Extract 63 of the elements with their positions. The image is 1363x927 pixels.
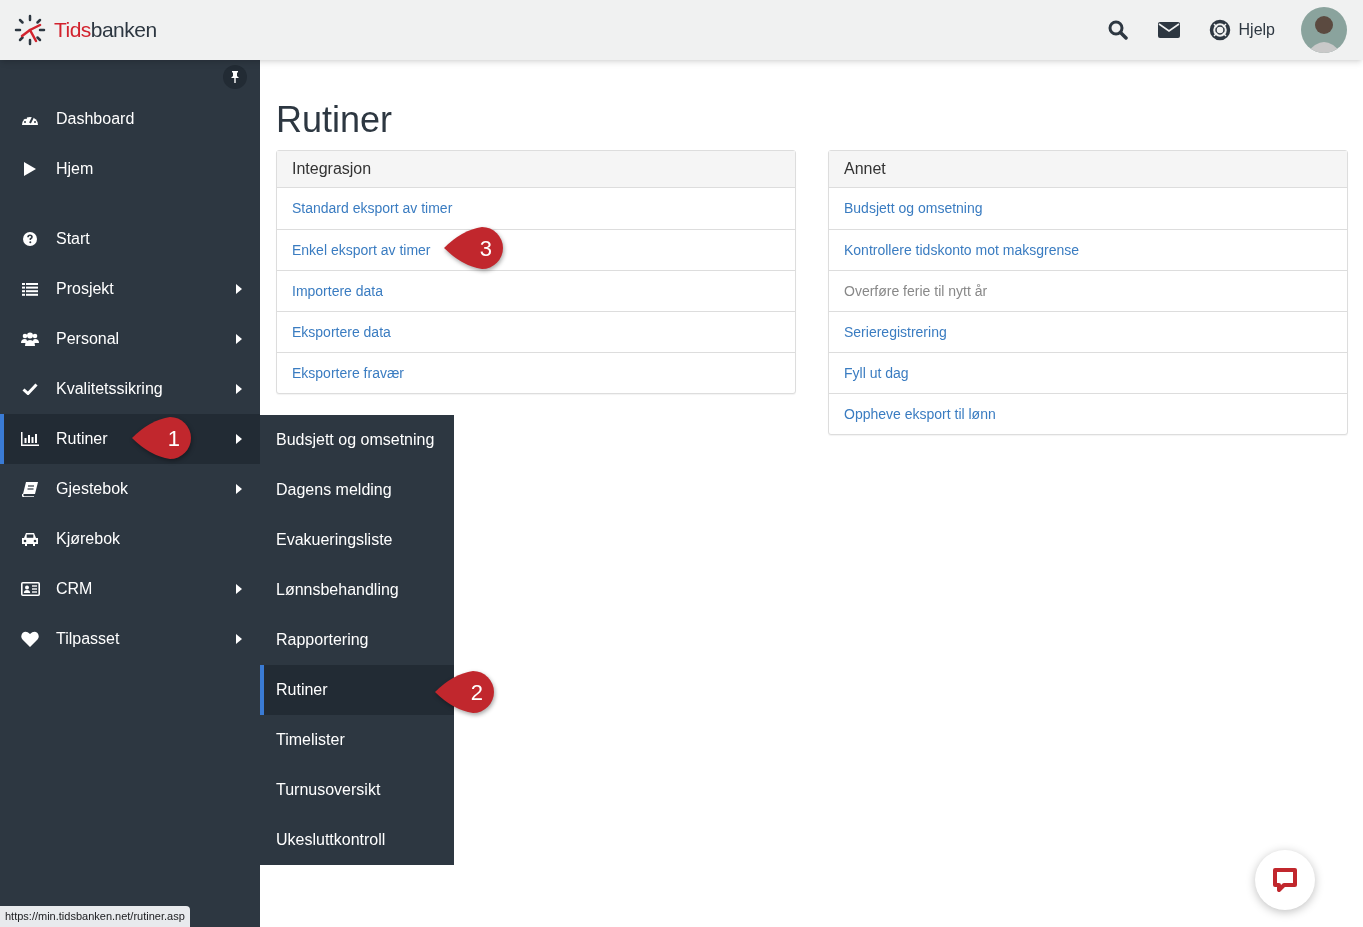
logo-text: Tidsbanken — [54, 17, 157, 44]
envelope-icon[interactable] — [1157, 21, 1180, 39]
sidebar-item-label: Start — [56, 229, 90, 249]
routine-link[interactable]: Standard eksport av timer — [292, 198, 453, 219]
sidebar-item-label: Kjørebok — [56, 529, 121, 549]
routine-link[interactable]: Kontrollere tidskonto mot maksgrense — [844, 239, 1079, 261]
routine-link[interactable]: Eksportere data — [292, 321, 391, 343]
pin-icon — [230, 71, 240, 83]
submenu-item[interactable]: Budsjett og omsetning — [260, 415, 454, 465]
sidebar-item[interactable]: Kjørebok — [0, 514, 260, 564]
sidebar-item-label: Prosjekt — [56, 279, 114, 299]
panel-heading: Integrasjon — [277, 151, 795, 188]
checkmark-icon — [20, 383, 40, 395]
sidebar-item-label: Hjem — [56, 159, 94, 179]
sidebar-item-label: CRM — [56, 579, 93, 599]
speech-bubble-icon — [1271, 866, 1299, 894]
sidebar-item-label: Tilpasset — [56, 629, 120, 649]
book-icon — [20, 481, 40, 497]
routine-link[interactable]: Fyll ut dag — [844, 362, 909, 384]
sidebar-item[interactable]: Start — [0, 214, 260, 264]
sidebar-item-label: Rutiner — [56, 429, 108, 449]
submenu-item[interactable]: Rutiner — [260, 665, 454, 715]
status-bar-url: https://min.tidsbanken.net/rutiner.asp — [0, 906, 190, 927]
submenu-item[interactable]: Ukesluttkontroll — [260, 815, 454, 865]
list-icon — [20, 282, 40, 296]
lifebuoy-icon — [1208, 19, 1231, 41]
sidebar-item[interactable]: Kvalitetssikring — [0, 364, 260, 414]
sidebar-item[interactable]: Personal — [0, 314, 260, 364]
sidebar-item[interactable]: Tilpasset — [0, 614, 260, 664]
submenu-item[interactable]: Evakueringsliste — [260, 515, 454, 565]
page-title: Rutiner — [276, 98, 393, 142]
routine-link[interactable]: Eksportere fravær — [292, 362, 405, 384]
submenu-item[interactable]: Lønnsbehandling — [260, 565, 454, 615]
sidebar-item[interactable]: Hjem — [0, 144, 260, 194]
submenu-item[interactable]: Dagens melding — [260, 465, 454, 515]
sidebar-item-label: Personal — [56, 329, 120, 349]
submenu-item[interactable]: Rapportering — [260, 615, 454, 665]
chat-button[interactable] — [1255, 850, 1315, 910]
bar-chart-icon — [20, 432, 40, 446]
sidebar-item-label: Dashboard — [56, 109, 135, 129]
car-icon — [20, 531, 40, 547]
sidebar-item-label: Kvalitetssikring — [56, 379, 163, 399]
routine-link[interactable]: Oppheve eksport til lønn — [844, 403, 996, 425]
sidebar-item[interactable]: Dashboard — [0, 94, 260, 144]
submenu-item[interactable]: Turnusoversikt — [260, 765, 454, 815]
people-icon — [20, 332, 40, 346]
question-circle-icon — [20, 232, 40, 246]
sidebar-item-label: Gjestebok — [56, 479, 129, 499]
heart-icon — [20, 631, 40, 647]
submenu-item[interactable]: Timelister — [260, 715, 454, 765]
sidebar-item[interactable]: Gjestebok — [0, 464, 260, 514]
pin-button[interactable] — [223, 65, 247, 89]
panel-heading: Annet — [829, 151, 1347, 188]
help-link[interactable]: Hjelp — [1208, 18, 1275, 42]
avatar[interactable] — [1301, 7, 1347, 53]
routine-link[interactable]: Importere data — [292, 280, 384, 302]
routine-link[interactable]: Enkel eksport av timer — [292, 239, 431, 261]
routine-link[interactable]: Serieregistrering — [844, 321, 947, 343]
routine-link[interactable]: Budsjett og omsetning — [844, 198, 983, 219]
sidebar-item[interactable]: CRM — [0, 564, 260, 614]
id-card-icon — [20, 582, 40, 596]
sidebar-item[interactable]: Prosjekt — [0, 264, 260, 314]
clock-logo-icon — [14, 14, 46, 46]
